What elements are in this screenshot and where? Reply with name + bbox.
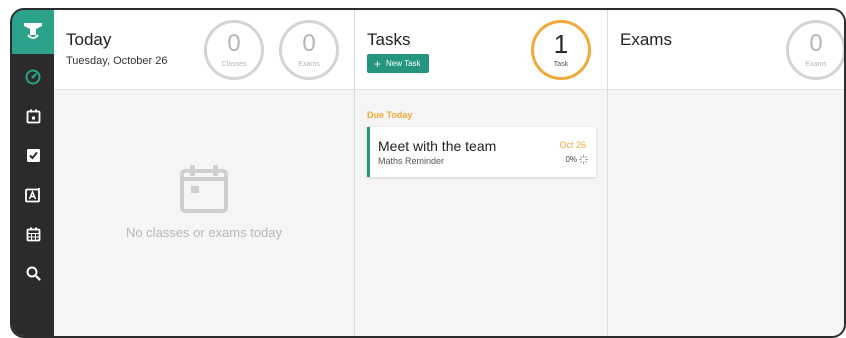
task-card[interactable]: Meet with the team Maths Reminder Oct 26… xyxy=(367,127,596,177)
task-title: Meet with the team xyxy=(378,138,497,154)
sidebar-item-calendar[interactable] xyxy=(12,219,54,249)
exams-column: Exams 0 Exams xyxy=(607,10,844,336)
sidebar-item-search[interactable] xyxy=(12,258,54,288)
task-progress: 0% xyxy=(565,155,588,164)
sidebar-item-exams[interactable] xyxy=(12,180,54,210)
today-exams-label: Exams xyxy=(298,61,320,68)
exams-body xyxy=(608,90,844,336)
due-today-label: Due Today xyxy=(367,110,413,120)
today-body: No classes or exams today xyxy=(54,90,354,336)
sidebar xyxy=(12,10,54,336)
today-date: Tuesday, October 26 xyxy=(66,55,168,67)
screen: Today Tuesday, October 26 0 Classes 0 Ex… xyxy=(0,0,846,338)
new-task-button[interactable]: + New Task xyxy=(367,54,429,73)
tasks-body: Due Today Meet with the team Maths Remin… xyxy=(355,90,607,336)
exam-icon xyxy=(25,187,40,202)
task-due-date: Oct 26 xyxy=(559,140,586,150)
app-logo[interactable] xyxy=(12,10,54,54)
task-progress-value: 0% xyxy=(565,155,577,164)
task-subtitle: Maths Reminder xyxy=(378,156,445,166)
today-title: Today xyxy=(66,30,112,49)
classes-count-circle[interactable]: 0 Classes xyxy=(204,20,264,80)
tasks-count: 1 xyxy=(553,29,569,59)
exams-header: Exams 0 Exams xyxy=(608,10,844,90)
tasks-count-label: Task xyxy=(553,61,569,68)
progress-spinner-icon xyxy=(579,155,588,164)
sidebar-item-tasks[interactable] xyxy=(12,140,54,170)
new-task-label: New Task xyxy=(386,59,421,68)
search-icon xyxy=(26,266,41,281)
calendar-grid-icon xyxy=(26,227,40,241)
exams-column-count: 0 xyxy=(809,30,823,57)
graduation-cap-icon xyxy=(24,23,42,39)
sidebar-item-dashboard[interactable] xyxy=(12,62,54,92)
empty-state-text: No classes or exams today xyxy=(125,225,283,240)
sidebar-item-today[interactable] xyxy=(12,101,54,131)
tasks-title: Tasks xyxy=(367,30,411,49)
exams-column-count-label: Exams xyxy=(805,61,827,68)
today-column: Today Tuesday, October 26 0 Classes 0 Ex… xyxy=(54,10,354,336)
today-header: Today Tuesday, October 26 0 Classes 0 Ex… xyxy=(54,10,354,90)
classes-count: 0 xyxy=(227,30,241,57)
calendar-day-icon xyxy=(26,109,40,123)
classes-label: Classes xyxy=(221,61,247,68)
today-exams-count: 0 xyxy=(302,30,316,57)
plus-icon: + xyxy=(374,56,382,71)
exams-title: Exams xyxy=(620,30,672,49)
empty-calendar-icon xyxy=(180,165,228,213)
exams-count-circle[interactable]: 0 Exams xyxy=(279,20,339,80)
exams-column-count-circle[interactable]: 0 Exams xyxy=(786,20,844,80)
tasks-count-circle[interactable]: 1 Task xyxy=(531,20,591,80)
dashboard-icon xyxy=(25,69,41,85)
checkbox-icon xyxy=(26,148,40,162)
app-window: Today Tuesday, October 26 0 Classes 0 Ex… xyxy=(10,8,846,338)
tasks-column: Tasks + New Task 1 Task Due Today Meet w… xyxy=(354,10,607,336)
tasks-header: Tasks + New Task 1 Task xyxy=(355,10,607,90)
